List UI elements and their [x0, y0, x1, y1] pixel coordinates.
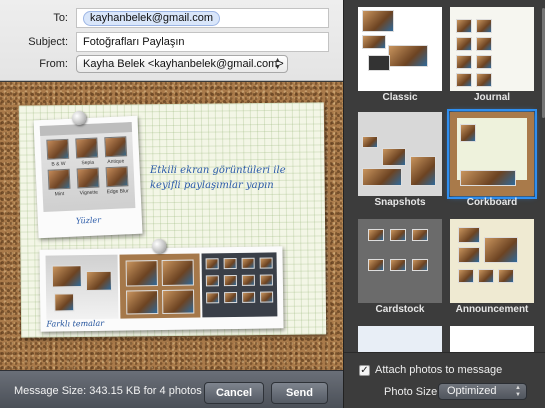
popup-arrows-icon: ▲ ▼ [274, 57, 281, 71]
effects-screenshot: B & W Sepia Antique Mint Vignette Edge B… [39, 122, 136, 212]
template-label-journal: Journal [473, 92, 511, 103]
template-more-2[interactable] [450, 326, 534, 352]
send-button[interactable]: Send [271, 382, 328, 404]
photo-size-select[interactable]: Optimized ▲ ▼ [438, 383, 527, 400]
subject-label: Subject: [28, 36, 68, 48]
template-label-snapshots: Snapshots [374, 197, 426, 208]
grid-screenshot [201, 252, 278, 318]
template-corkboard[interactable] [447, 109, 537, 199]
cancel-button[interactable]: Cancel [204, 382, 264, 404]
attach-photos-checkbox[interactable]: ✓ [359, 365, 370, 376]
compose-footer: Message Size: 343.15 KB for 4 photos Can… [0, 370, 343, 408]
photo-options: ✓ Attach photos to message Photo Size: O… [344, 352, 545, 408]
photo-size-value: Optimized [447, 385, 497, 397]
template-cardstock[interactable] [358, 219, 442, 303]
from-value: Kayha Belek <kayhanbelek@gmail.com> [83, 58, 284, 70]
subject-field[interactable]: Fotoğrafları Paylaşın [76, 32, 329, 52]
subject-row: Subject: [0, 32, 72, 52]
popup-arrows-icon: ▲ ▼ [515, 385, 521, 398]
template-label-cardstock: Cardstock [375, 304, 425, 315]
attach-photos-label: Attach photos to message [375, 364, 503, 376]
template-classic[interactable] [358, 7, 442, 91]
pushpin-icon [152, 239, 166, 253]
desktop-screenshot [45, 254, 119, 320]
to-row: To: [0, 8, 72, 28]
photo-caption-themes: Farklı temalar [46, 318, 105, 329]
template-announcement[interactable] [450, 219, 534, 303]
stationery-browser: Classic Journal Snapshots Corkboard Card… [343, 0, 545, 408]
from-select[interactable]: Kayha Belek <kayhanbelek@gmail.com> ▲ ▼ [76, 55, 288, 73]
from-row: From: [0, 54, 72, 74]
photo-card-themes[interactable]: Farklı temalar [39, 246, 284, 332]
from-label: From: [39, 58, 68, 70]
mail-compose-window: To: kayhanbelek@gmail.com Subject: Fotoğ… [0, 0, 545, 408]
photo-caption-faces: Yüzler [75, 215, 102, 226]
template-snapshots[interactable] [358, 112, 442, 196]
recipient-token[interactable]: kayhanbelek@gmail.com [83, 10, 221, 26]
to-label: To: [53, 12, 68, 24]
to-field[interactable]: kayhanbelek@gmail.com [76, 8, 329, 28]
portraits-screenshot [119, 253, 201, 319]
template-more-1[interactable] [358, 326, 442, 352]
template-journal[interactable] [450, 7, 534, 91]
template-label-announcement: Announcement [455, 304, 529, 315]
compose-header: To: kayhanbelek@gmail.com Subject: Fotoğ… [0, 0, 343, 81]
photo-card-faces[interactable]: B & W Sepia Antique Mint Vignette Edge B… [33, 115, 143, 239]
photo-size-label: Photo Size: [384, 386, 441, 398]
pushpin-icon [72, 111, 86, 125]
template-label-corkboard: Corkboard [466, 197, 518, 208]
handwritten-message[interactable]: Etkili ekran görüntüleri ile keyifli pay… [150, 163, 315, 193]
template-label-classic: Classic [382, 92, 418, 103]
message-size-label: Message Size: 343.15 KB for 4 photos [14, 385, 202, 397]
